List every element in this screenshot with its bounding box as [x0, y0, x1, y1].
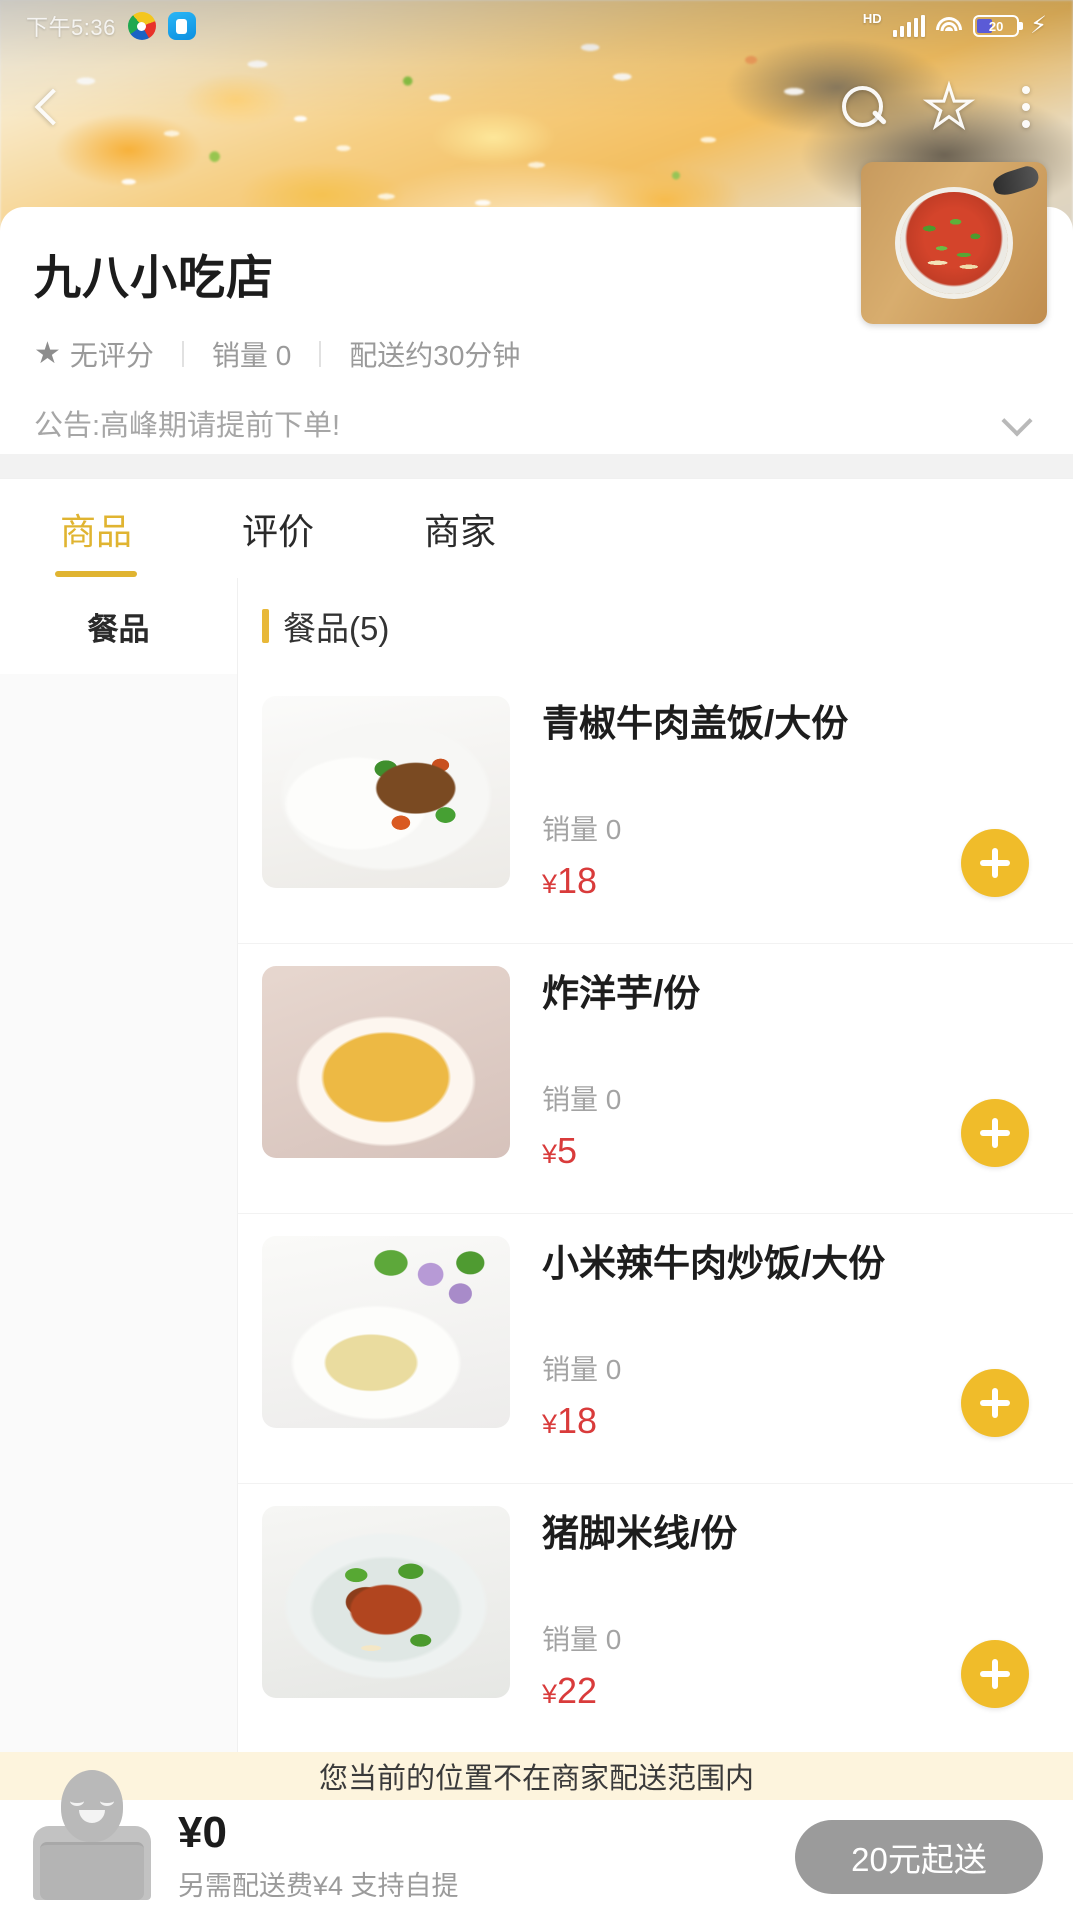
table-row[interactable]: 炸洋芋/份 销量 0 ¥5: [238, 944, 1073, 1214]
cart-fee-note: 另需配送费¥4 支持自提: [178, 1870, 459, 1901]
table-row[interactable]: 猪脚米线/份 销量 0 ¥22: [238, 1484, 1073, 1754]
hero-nav-actions: ★: [837, 77, 1043, 136]
plus-icon[interactable]: [961, 829, 1029, 897]
plus-icon[interactable]: [961, 1640, 1029, 1708]
hero-nav-bar: ★: [0, 62, 1073, 152]
product-image[interactable]: [262, 1506, 510, 1698]
store-info-card: 九八小吃店 ★ 无评分 销量 0 配送约30分钟 公告:高峰期请提前下单!: [0, 162, 1073, 454]
category-sidebar: 餐品: [0, 578, 238, 1756]
tab-label: 商家: [424, 510, 497, 552]
table-row[interactable]: 小米辣牛肉炒饭/大份 销量 0 ¥18: [238, 1214, 1073, 1484]
store-rating: 无评分: [69, 340, 154, 371]
product-name: 小米辣牛肉炒饭/大份: [542, 1243, 886, 1284]
price-value: 5: [557, 1130, 578, 1172]
price-value: 18: [557, 860, 598, 902]
app-badge-icon: [127, 12, 156, 40]
delivery-range-warning: 您当前的位置不在商家配送范围内: [0, 1752, 1073, 1800]
tab-active-underline: [55, 570, 137, 577]
rider-delivery-box-graphic: [40, 1841, 144, 1900]
cart-total-price: ¥0: [178, 1808, 227, 1858]
status-bar-left: 下午5:36: [26, 10, 196, 42]
product-image[interactable]: [262, 1236, 510, 1428]
tab-reviews[interactable]: 评价: [242, 503, 314, 555]
section-title: 餐品(5): [283, 610, 390, 647]
delivery-rider-icon[interactable]: [24, 1769, 160, 1900]
currency-symbol: ¥: [542, 1139, 558, 1170]
plus-icon[interactable]: [961, 1099, 1029, 1167]
place-order-button[interactable]: 20元起送: [795, 1819, 1043, 1894]
section-accent-bar: [262, 609, 269, 643]
tab-merchant[interactable]: 商家: [424, 503, 496, 555]
store-tabs: 商品 评价 商家: [0, 478, 1073, 578]
tab-label: 商品: [60, 510, 133, 552]
chevron-left-icon[interactable]: [30, 85, 64, 129]
product-name: 炸洋芋/份: [542, 973, 701, 1014]
product-name: 猪脚米线/份: [542, 1513, 738, 1554]
store-sales: 销量 0: [211, 340, 292, 371]
star-icon[interactable]: ★: [922, 77, 975, 136]
hd-icon: HD: [862, 10, 882, 26]
store-stats: ★ 无评分 销量 0 配送约30分钟: [34, 334, 1039, 374]
avatar-bowl-graphic: [900, 192, 1008, 294]
star-rating-icon: ★: [34, 337, 61, 370]
product-content-area: 餐品 餐品(5) 青椒牛肉盖饭/大份 销量 0 ¥18 炸洋芋/份 销量 0 ¥…: [0, 578, 1073, 1756]
app-badge-icon: [167, 12, 196, 40]
avatar-spoon-graphic: [990, 163, 1042, 199]
rider-smile-graphic: [79, 1809, 105, 1823]
product-list[interactable]: 餐品(5) 青椒牛肉盖饭/大份 销量 0 ¥18 炸洋芋/份 销量 0 ¥5 小…: [238, 578, 1073, 1756]
section-header: 餐品(5): [238, 578, 1073, 674]
price-value: 18: [557, 1400, 598, 1442]
more-vertical-icon[interactable]: [1009, 81, 1043, 133]
product-image[interactable]: [262, 696, 510, 888]
plus-icon[interactable]: [961, 1369, 1029, 1437]
charging-bolt-icon: ⚡: [1030, 12, 1047, 39]
tab-products[interactable]: 商品: [55, 503, 137, 577]
rider-face-graphic: [70, 1794, 114, 1828]
currency-symbol: ¥: [542, 1679, 558, 1710]
price-value: 22: [557, 1670, 598, 1712]
search-icon[interactable]: [837, 81, 889, 133]
tab-label: 评价: [242, 510, 315, 552]
store-avatar[interactable]: [861, 162, 1047, 324]
store-notice-row[interactable]: 公告:高峰期请提前下单!: [34, 402, 1039, 454]
cart-summary: ¥0 另需配送费¥4 支持自提: [160, 1810, 795, 1902]
sidebar-item-meals[interactable]: 餐品: [0, 578, 237, 674]
status-bar-right: HD 20 ⚡: [862, 10, 1047, 39]
product-name: 青椒牛肉盖饭/大份: [542, 703, 849, 744]
status-time: 下午5:36: [26, 15, 116, 40]
status-bar: 下午5:36 HD 20 ⚡: [0, 0, 1073, 52]
wifi-icon: [936, 16, 963, 36]
signal-icon: [892, 15, 926, 37]
store-notice-text: 公告:高峰期请提前下单!: [34, 410, 341, 442]
divider: [319, 341, 322, 367]
battery-icon: 20: [973, 15, 1024, 37]
store-delivery-time: 配送约30分钟: [349, 340, 521, 371]
divider: [181, 341, 184, 367]
category-label: 餐品: [87, 611, 150, 647]
order-button-label: 20元起送: [851, 1840, 987, 1878]
cart-bottom-bar: ¥0 另需配送费¥4 支持自提 20元起送: [0, 1769, 1073, 1913]
table-row[interactable]: 青椒牛肉盖饭/大份 销量 0 ¥18: [238, 674, 1073, 944]
product-image[interactable]: [262, 966, 510, 1158]
battery-percent-label: 20: [988, 18, 1004, 34]
warning-text: 您当前的位置不在商家配送范围内: [318, 1763, 754, 1795]
currency-symbol: ¥: [542, 869, 558, 900]
currency-symbol: ¥: [542, 1409, 558, 1440]
chevron-down-icon[interactable]: [1003, 410, 1029, 436]
